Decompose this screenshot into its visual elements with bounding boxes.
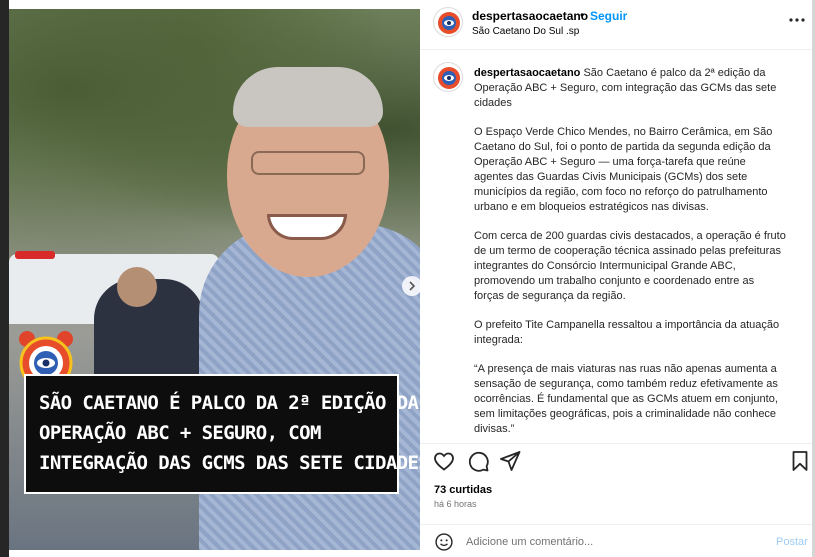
caption-paragraph: “A presença de mais viaturas nas ruas nã… <box>474 363 778 435</box>
share-icon[interactable] <box>498 449 522 473</box>
post-caption: despertasaocaetano São Caetano é palco d… <box>474 66 786 442</box>
follow-button[interactable]: Seguir <box>590 9 627 23</box>
location-link[interactable]: São Caetano Do Sul .sp <box>472 26 579 37</box>
caption-paragraph: O prefeito Tite Campanella ressaltou a i… <box>474 319 780 346</box>
headline-line: SÃO CAETANO É PALCO DA 2ª EDIÇÃO DA <box>39 392 419 414</box>
caption-paragraph: O Espaço Verde Chico Mendes, no Bairro C… <box>474 126 773 213</box>
comment-icon[interactable] <box>466 449 490 473</box>
caption-area: despertasaocaetano São Caetano é palco d… <box>420 50 812 442</box>
post-timestamp[interactable]: há 6 horas <box>434 499 477 509</box>
post-comment-button[interactable]: Postar <box>776 536 808 548</box>
post-details-panel: despertasaocaetano • Seguir São Caetano … <box>420 0 812 557</box>
bookmark-icon[interactable] <box>788 449 812 473</box>
headline-line: INTEGRAÇÃO DAS GCMS DAS SETE CIDADES <box>39 452 420 474</box>
separator-dot: • <box>580 8 585 22</box>
likes-count[interactable]: 73 curtidas <box>434 484 492 496</box>
mayor-hair <box>233 67 383 127</box>
headline-banner: SÃO CAETANO É PALCO DA 2ª EDIÇÃO DA OPER… <box>24 374 420 494</box>
comment-input[interactable] <box>466 533 726 551</box>
profile-logo-icon <box>438 12 460 34</box>
page-background-left <box>0 0 9 557</box>
caption-username-link[interactable]: despertasaocaetano <box>474 67 580 79</box>
post-actions-bar <box>420 443 812 483</box>
police-car-light <box>15 251 55 259</box>
mayor-glasses <box>251 151 365 175</box>
more-options-icon[interactable] <box>789 10 805 26</box>
chevron-right-icon <box>409 281 416 291</box>
post-header: despertasaocaetano • Seguir São Caetano … <box>420 0 812 50</box>
avatar[interactable] <box>433 62 463 92</box>
profile-logo-icon <box>438 67 460 89</box>
caption-paragraph: Com cerca de 200 guardas civis destacado… <box>474 230 786 302</box>
caption-title-paragraph: despertasaocaetano São Caetano é palco d… <box>474 66 786 111</box>
emoji-icon[interactable] <box>434 532 454 552</box>
carousel-next-button[interactable] <box>402 276 420 296</box>
guard-officer-head <box>117 267 157 307</box>
heart-icon[interactable] <box>432 449 456 473</box>
headline-line: OPERAÇÃO ABC + SEGURO, COM <box>39 422 321 444</box>
post-image[interactable]: SÃO CAETANO É PALCO DA 2ª EDIÇÃO DA OPER… <box>9 9 420 550</box>
avatar[interactable] <box>433 7 463 37</box>
comment-bar: Postar <box>420 524 812 557</box>
profile-username-link[interactable]: despertasaocaetano <box>472 9 588 23</box>
